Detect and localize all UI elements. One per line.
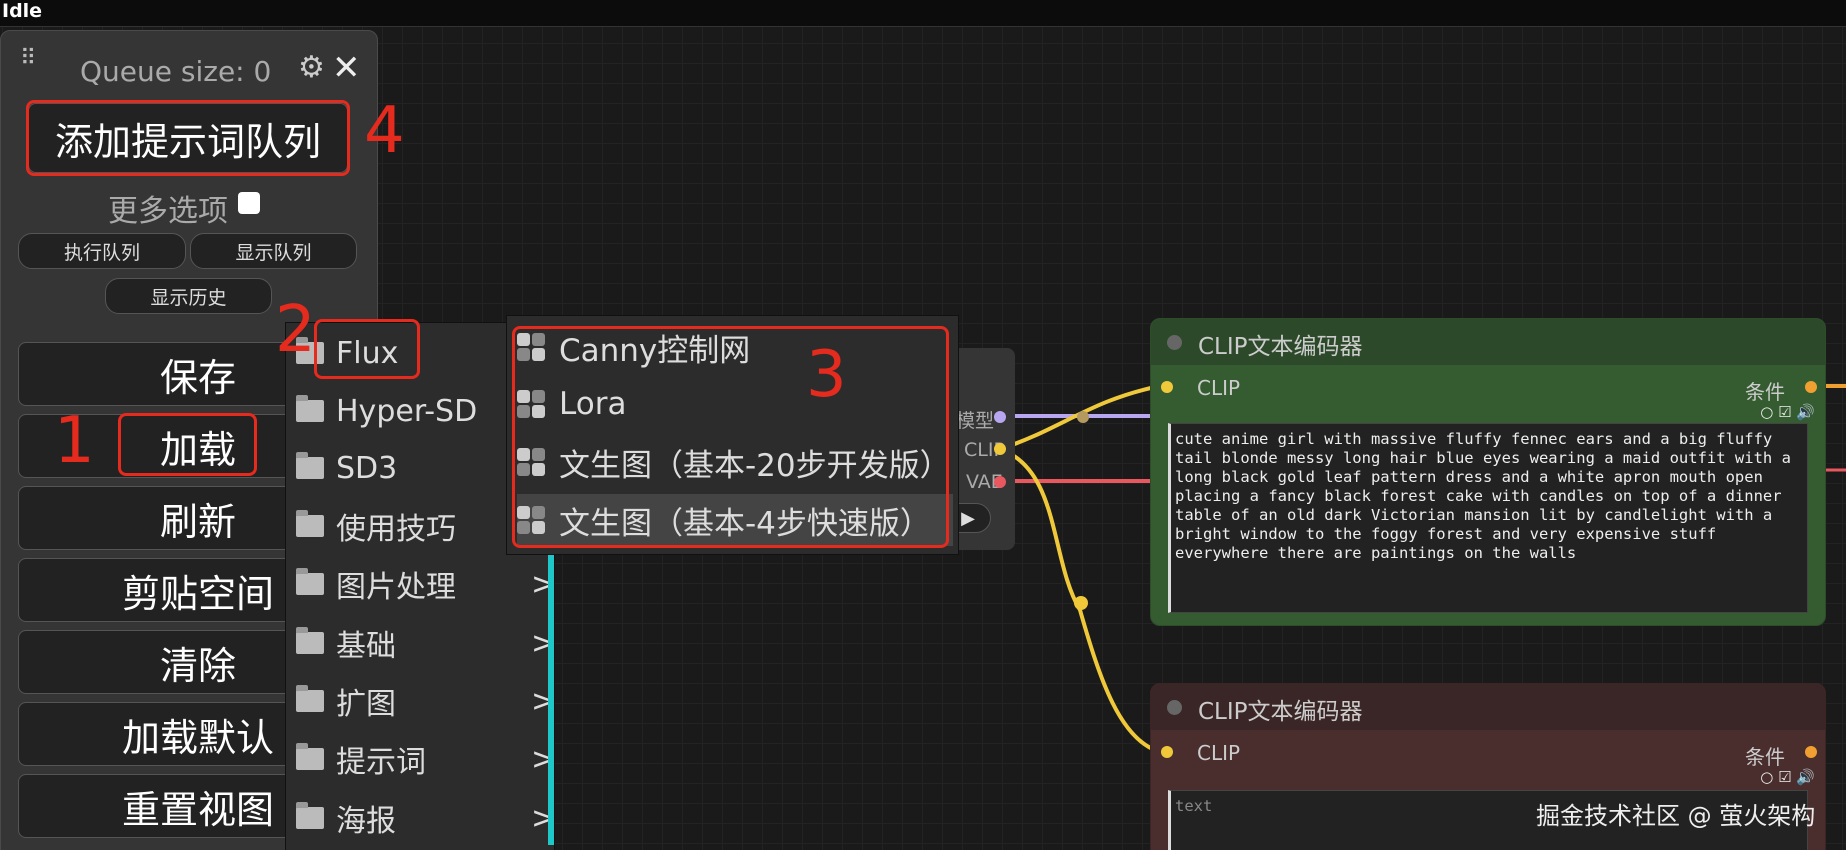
output-dot-conditioning[interactable] — [1805, 746, 1817, 758]
run-queue-button[interactable]: 执行队列 — [18, 233, 186, 269]
menu-item-label: 使用技巧 — [336, 512, 456, 547]
menu-item-label: Hyper-SD — [336, 393, 478, 429]
menu-item-label: 海报 — [336, 804, 396, 839]
menu-item-label: 提示词 — [336, 745, 426, 780]
output-label-model: 模型 — [956, 410, 995, 432]
annotation-box-4 — [26, 100, 350, 176]
status-text: Idle — [2, 0, 43, 22]
folder-icon — [296, 743, 324, 770]
output-dot-clip[interactable] — [994, 443, 1006, 455]
widget-toggle-icons[interactable]: ○ ☑ 🔊 — [1760, 768, 1815, 786]
close-icon[interactable]: ✕ — [332, 48, 361, 88]
widget-toggle-icons[interactable]: ○ ☑ 🔊 — [1760, 403, 1815, 421]
gear-icon[interactable]: ⚙ — [298, 50, 325, 85]
output-dot-model[interactable] — [994, 411, 1006, 423]
folder-icon — [296, 627, 324, 654]
node-header[interactable]: CLIP文本编码器 — [1151, 684, 1825, 730]
queue-size-label: Queue size: 0 — [80, 55, 272, 88]
menu-item-prompts[interactable]: 提示词 > — [296, 734, 556, 784]
folder-icon — [296, 685, 324, 712]
output-label-conditioning: 条件 — [1745, 745, 1785, 769]
menu-item-label: SD3 — [336, 450, 398, 486]
clip-text-encode-node-positive[interactable]: CLIP文本编码器 CLIP 条件 ○ ☑ 🔊 cute anime girl … — [1150, 318, 1826, 626]
menu-item-basic[interactable]: 基础 > — [296, 618, 556, 668]
prompt-textarea[interactable]: cute anime girl with massive fluffy fenn… — [1168, 423, 1808, 613]
menu-item-outpaint[interactable]: 扩图 > — [296, 676, 556, 726]
folder-icon — [296, 510, 324, 537]
input-label-clip: CLIP — [1197, 376, 1241, 400]
menu-item-label: 扩图 — [336, 687, 396, 722]
input-label-clip: CLIP — [1197, 741, 1241, 765]
more-options-checkbox[interactable] — [238, 192, 260, 214]
menu-item-label: 图片处理 — [336, 570, 456, 605]
more-options-label: 更多选项 — [108, 194, 228, 229]
annotation-box-1 — [118, 413, 257, 476]
menu-item-label: 基础 — [336, 629, 396, 664]
wire-reroute-dot — [1074, 596, 1088, 610]
annotation-box-3 — [512, 326, 949, 548]
watermark: 掘金技术社区 @ 萤火架构 — [1536, 802, 1816, 830]
annotation-number-4: 4 — [364, 94, 405, 168]
node-title: CLIP文本编码器 — [1198, 699, 1363, 725]
wire-reroute-dot — [1077, 411, 1089, 423]
output-label-conditioning: 条件 — [1745, 380, 1785, 404]
annotation-number-3: 3 — [806, 338, 847, 412]
folder-icon — [296, 802, 324, 829]
top-bar: Idle — [0, 0, 1846, 27]
node-header[interactable]: CLIP文本编码器 — [1151, 319, 1825, 365]
node-title: CLIP文本编码器 — [1198, 334, 1363, 360]
output-dot-vae[interactable] — [994, 476, 1006, 488]
collapse-dot-icon[interactable] — [1167, 335, 1182, 350]
drag-handle-icon[interactable]: ⠿ — [20, 48, 36, 70]
annotation-number-2: 2 — [275, 293, 316, 367]
annotation-number-1: 1 — [54, 404, 95, 478]
folder-icon — [296, 568, 324, 595]
show-history-button[interactable]: 显示历史 — [105, 278, 272, 314]
folder-icon — [296, 452, 324, 479]
output-dot-conditioning[interactable] — [1805, 381, 1817, 393]
menu-item-image-processing[interactable]: 图片处理 > — [296, 559, 556, 609]
show-queue-button[interactable]: 显示队列 — [190, 233, 357, 269]
menu-item-poster[interactable]: 海报 > — [296, 793, 556, 843]
collapse-dot-icon[interactable] — [1167, 700, 1182, 715]
input-dot-clip[interactable] — [1161, 746, 1173, 758]
input-dot-clip[interactable] — [1161, 381, 1173, 393]
annotation-box-2 — [314, 319, 420, 379]
submenu-indicator — [548, 555, 554, 845]
folder-icon — [296, 395, 324, 422]
